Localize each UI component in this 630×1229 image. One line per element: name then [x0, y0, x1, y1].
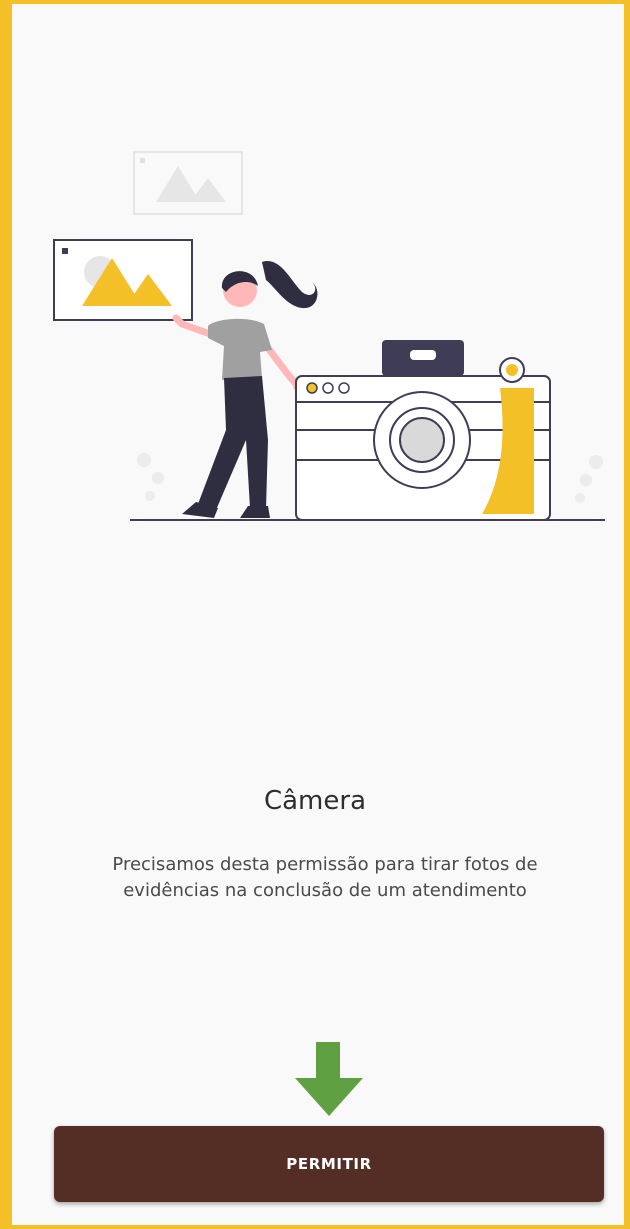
- photo-card-icon: [53, 239, 193, 321]
- permit-button[interactable]: PERMITIR: [54, 1126, 604, 1202]
- camera-permission-illustration: [53, 151, 605, 521]
- permission-description: Precisamos desta permissão para tirar fo…: [112, 854, 538, 901]
- camera-icon: [295, 340, 551, 521]
- background-photo-icon: [133, 151, 243, 215]
- screen-title: Câmera: [263, 786, 367, 816]
- arrow-down-icon: [295, 1042, 363, 1116]
